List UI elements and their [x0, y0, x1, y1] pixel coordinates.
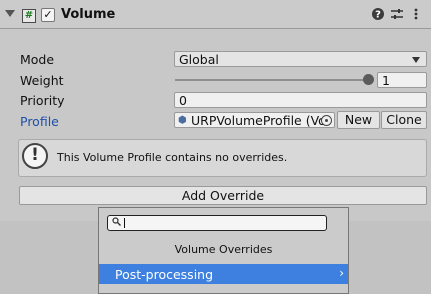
- mode-value: Global: [179, 52, 219, 67]
- popup-item-label: Post-processing: [115, 267, 214, 282]
- object-picker-icon[interactable]: [321, 115, 332, 126]
- component-header[interactable]: # ✓ Volume ?: [0, 0, 431, 29]
- presets-icon[interactable]: [390, 7, 404, 21]
- weight-label: Weight: [20, 73, 64, 88]
- chevron-down-icon: [412, 57, 420, 63]
- priority-label: Priority: [20, 93, 65, 108]
- chevron-right-icon: ›: [339, 266, 344, 280]
- clone-button[interactable]: Clone: [381, 111, 427, 129]
- help-message: This Volume Profile contains no override…: [57, 151, 288, 164]
- weight-field[interactable]: 1: [377, 72, 427, 88]
- enabled-checkbox[interactable]: ✓: [41, 8, 55, 22]
- info-helpbox: ! This Volume Profile contains no overri…: [18, 139, 427, 177]
- volume-profile-icon: ⬢: [178, 115, 187, 126]
- profile-label: Profile: [20, 114, 59, 129]
- search-field[interactable]: [107, 215, 327, 231]
- mode-dropdown[interactable]: Global: [174, 51, 427, 67]
- component-title: Volume: [61, 7, 116, 22]
- add-override-button[interactable]: Add Override: [19, 186, 427, 205]
- info-exclamation-icon: !: [22, 143, 48, 169]
- text-cursor: [124, 218, 125, 228]
- search-icon: [112, 217, 121, 229]
- script-icon: #: [22, 9, 36, 23]
- new-button[interactable]: New: [337, 111, 380, 129]
- popup-item-post-processing[interactable]: Post-processing ›: [99, 264, 348, 284]
- weight-slider-track[interactable]: [175, 79, 371, 81]
- popup-title: Volume Overrides: [174, 243, 273, 256]
- profile-field[interactable]: ⬢ URPVolumeProfile (Vol: [174, 112, 335, 128]
- mode-label: Mode: [20, 52, 55, 67]
- weight-slider-thumb[interactable]: [363, 74, 374, 85]
- help-icon[interactable]: ?: [371, 7, 385, 21]
- svg-text:?: ?: [375, 10, 381, 21]
- profile-value: URPVolumeProfile (Vol: [191, 113, 330, 128]
- priority-field[interactable]: 0: [174, 92, 427, 108]
- volume-inspector: # ✓ Volume ? Mode Global Weight 1 Priori…: [0, 0, 431, 221]
- volume-overrides-popup: Volume Overrides Post-processing ›: [98, 207, 349, 294]
- foldout-arrow-icon[interactable]: [5, 10, 15, 17]
- context-menu-icon[interactable]: [409, 7, 423, 21]
